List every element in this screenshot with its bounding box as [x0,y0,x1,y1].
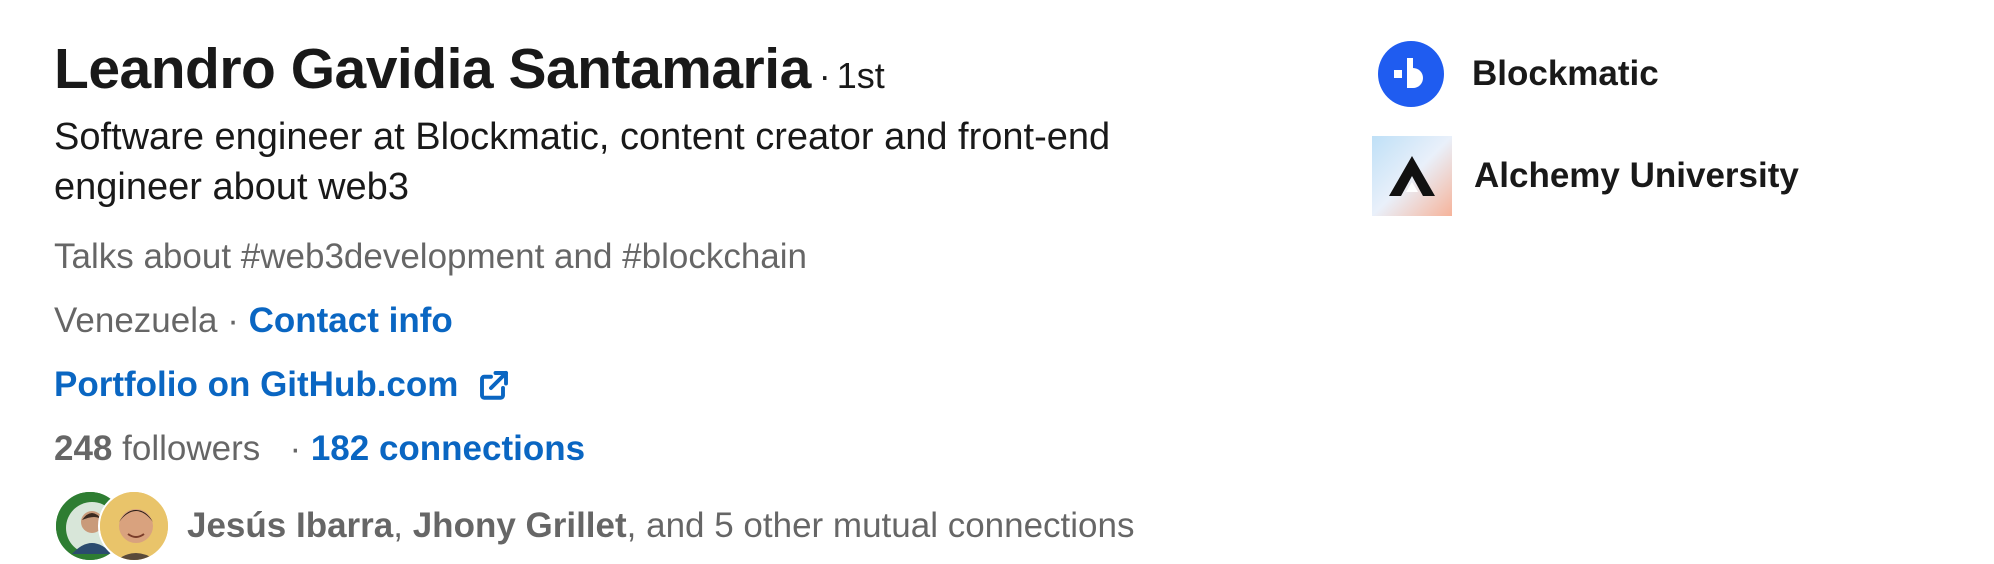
mutual-avatars[interactable] [54,490,170,562]
mutual-comma: , [393,506,403,545]
mutual-name-1: Jesús Ibarra [187,506,394,545]
portfolio-row: Portfolio on GitHub.com [54,360,1354,410]
followers-count: 248 [54,429,113,468]
followers-label: followers [122,429,261,468]
mutual-rest: , and 5 other mutual connections [626,506,1135,545]
connection-degree: · 1st [819,55,885,97]
company-alchemy-university[interactable]: Alchemy University [1372,136,1799,216]
contact-info-link[interactable]: Contact info [249,301,453,340]
avatar[interactable] [98,490,170,562]
profile-headline: Software engineer at Blockmatic, content… [54,116,1111,208]
degree-separator: · [818,55,831,96]
company-name[interactable]: Blockmatic [1472,54,1659,94]
network-stats: 248 followers · 182 connections [54,424,1354,474]
degree-label: 1st [836,55,885,96]
name-row: Leandro Gavidia Santamaria · 1st [54,30,1354,108]
company-blockmatic[interactable]: Blockmatic [1372,34,1799,114]
connections-link[interactable]: 182 connections [311,429,585,468]
location-row: Venezuela · Contact info [54,296,1354,346]
experience-education-list: Blockmatic Alchemy University [1372,34,1799,238]
portfolio-link[interactable]: Portfolio on GitHub.com [54,360,458,410]
company-name[interactable]: Alchemy University [1474,156,1799,196]
external-link-icon[interactable] [476,367,512,403]
profile-name: Leandro Gavidia Santamaria [54,37,811,101]
profile-intro: Leandro Gavidia Santamaria · 1st Software… [54,30,1354,562]
mutual-name-2: Jhony Grillet [412,506,627,545]
mutual-connections-text[interactable]: Jesús Ibarra, Jhony Grillet, and 5 other… [187,506,1134,546]
alchemy-logo-icon[interactable] [1372,136,1452,216]
mutual-connections[interactable]: Jesús Ibarra, Jhony Grillet, and 5 other… [54,490,1354,562]
location-separator: · [227,301,239,340]
blockmatic-logo-icon[interactable] [1372,35,1450,113]
location: Venezuela [54,301,218,340]
stats-separator: · [289,429,302,468]
talks-about: Talks about #web3development and #blockc… [54,237,808,276]
